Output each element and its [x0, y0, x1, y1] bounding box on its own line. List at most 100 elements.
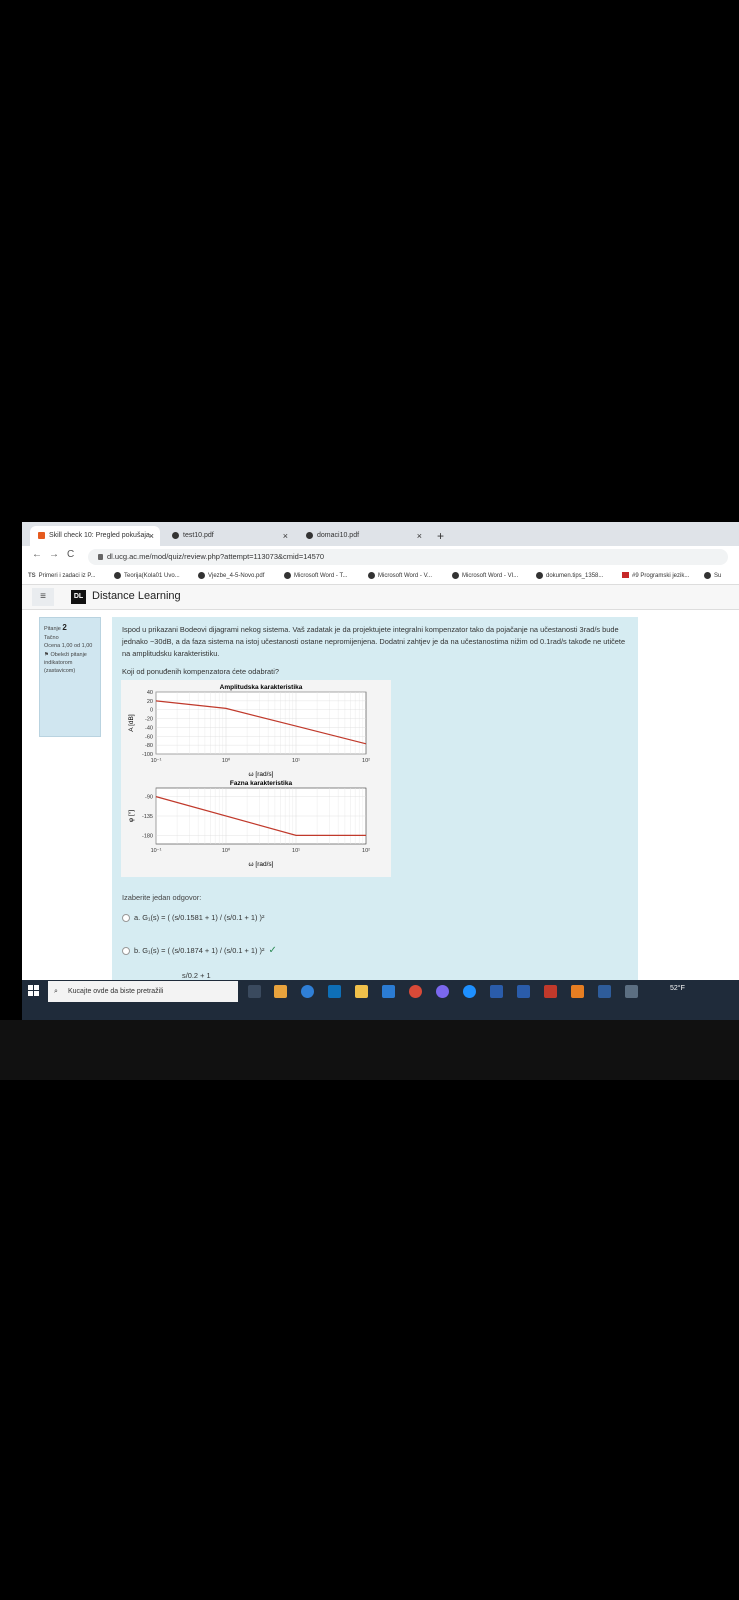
tab-test10[interactable]: test10.pdf ×: [164, 526, 294, 546]
radio-a[interactable]: [122, 914, 130, 923]
app-icon[interactable]: [436, 985, 449, 998]
skype-icon[interactable]: [463, 985, 476, 998]
bookmarks-bar: TS Primeri i zadaci iz P... Teorija(Kola0…: [22, 568, 739, 585]
phase-xtick-label: 10⁰: [222, 847, 231, 854]
forward-icon[interactable]: →: [49, 549, 59, 560]
bookmark-label: Microsoft Word - T...: [294, 573, 348, 579]
url-bar[interactable]: dl.ucg.ac.me/mod/quiz/review.php?attempt…: [88, 549, 728, 565]
answer-prompt: Izaberite jedan odgovor:: [122, 893, 202, 902]
check-icon: ✓: [268, 945, 277, 956]
site-icon: [368, 571, 375, 579]
search-icon: ⌕: [54, 988, 58, 995]
bookmark-item[interactable]: Microsoft Word - T...: [284, 568, 347, 584]
task-view-icon[interactable]: [248, 985, 261, 998]
option-label: a. G₁(s) = ( (s/0.1581 + 1) / (s/0.1 + 1…: [134, 913, 265, 922]
menu-icon[interactable]: ≡: [32, 588, 54, 606]
site-icon: [452, 571, 459, 579]
chrome-icon[interactable]: [409, 985, 422, 998]
phase-xlabel: ω [rad/s]: [249, 861, 274, 868]
question-label: Pitanje: [44, 626, 61, 632]
edge-icon[interactable]: [301, 985, 314, 998]
phase-yticks: -90 -135 -180: [142, 795, 153, 840]
question-info: Pitanje 2 Tačno Ocena 1,00 od 1,00 ⚑ Obe…: [39, 617, 101, 737]
bookmark-item[interactable]: Microsoft Word - VI...: [452, 568, 518, 584]
tab-label: domaci10.pdf: [317, 532, 360, 539]
site-logo: DL: [71, 590, 86, 604]
amplitude-ytick-label: -40: [145, 725, 153, 731]
close-tab-icon[interactable]: ×: [149, 526, 154, 546]
bookmark-item[interactable]: #9 Programski jezik...: [622, 568, 689, 584]
new-tab-button[interactable]: +: [437, 526, 444, 546]
pdf-icon: [306, 531, 313, 539]
taskbar: ⌕ Kucajte ovde da biste pretražili 52°F: [22, 980, 739, 1020]
app-red-icon[interactable]: [544, 985, 557, 998]
radio-b[interactable]: [122, 947, 130, 956]
phase-ytick-label: -135: [142, 814, 153, 820]
amplitude-title: Amplitudska karakteristika: [220, 684, 303, 691]
phase-xtick-label: 10¹: [292, 848, 300, 854]
mail-icon[interactable]: [382, 985, 395, 998]
amplitude-xtick-label: 10²: [362, 758, 370, 764]
phase-xticks: 10⁻¹ 10⁰ 10¹ 10²: [151, 847, 371, 854]
word-icon[interactable]: [490, 985, 503, 998]
store-icon[interactable]: [328, 985, 341, 998]
app-orange-icon[interactable]: [571, 985, 584, 998]
amplitude-xlabel: ω [rad/s]: [249, 771, 274, 778]
tab-label: test10.pdf: [183, 532, 214, 539]
tab-skill-check[interactable]: Skill check 10: Pregled pokušaja ×: [30, 526, 160, 546]
option-c-partial[interactable]: s/0.2 + 1: [182, 971, 211, 980]
bookmark-label: Vjezbe_4-5-Novo.pdf: [208, 573, 265, 579]
question-grade: Ocena 1,00 od 1,00: [44, 643, 93, 650]
amplitude-ytick-label: -60: [145, 734, 153, 740]
reload-icon[interactable]: C: [67, 549, 74, 560]
question-number: 2: [62, 623, 67, 632]
bookmark-label: Su: [714, 573, 722, 579]
flag-question[interactable]: ⚑ Obeleži pitanje indikatorom (zastavico…: [44, 651, 96, 676]
amplitude-ytick-label: -80: [145, 743, 153, 749]
site-icon: [114, 571, 121, 579]
amplitude-ytick-label: 20: [147, 699, 153, 705]
bookmark-item[interactable]: Su: [704, 568, 721, 584]
amplitude-xtick-label: 10⁰: [222, 757, 231, 764]
word-doc-icon[interactable]: [517, 985, 530, 998]
bookmark-label: Primeri i zadaci iz P...: [38, 573, 96, 579]
pdf-icon: [172, 531, 179, 539]
site-icon: [536, 571, 543, 579]
amplitude-ytick-label: 40: [147, 690, 153, 696]
tab-domaci10[interactable]: domaci10.pdf ×: [298, 526, 428, 546]
bookmark-item[interactable]: TS Primeri i zadaci iz P...: [28, 568, 96, 584]
app-gray-icon[interactable]: [625, 985, 638, 998]
option-b[interactable]: b. G₁(s) = ( (s/0.1874 + 1) / (s/0.1 + 1…: [122, 945, 277, 956]
tab-label: Skill check 10: Pregled pokušaja: [49, 532, 150, 539]
amplitude-ylabel: A [dB]: [128, 714, 135, 732]
bookmark-item[interactable]: Teorija(Kola01 Uvo...: [114, 568, 180, 584]
lock-icon: [98, 554, 103, 561]
amplitude-xtick-label: 10⁻¹: [151, 758, 162, 764]
bookmark-item[interactable]: dokumen.tips_1358...: [536, 568, 603, 584]
site-header: ≡ DL Distance Learning: [22, 585, 739, 610]
weather-temperature[interactable]: 52°F: [670, 985, 685, 992]
site-icon: [704, 571, 711, 579]
bookmark-label: Teorija(Kola01 Uvo...: [124, 573, 180, 579]
amplitude-yticks: 40200-20-40-60-80-100: [142, 690, 153, 758]
question-text: Ispod u prikazani Bodeovi dijagrami neko…: [122, 625, 626, 658]
bookmark-label: Microsoft Word - V...: [378, 573, 433, 579]
back-icon[interactable]: ←: [32, 549, 42, 560]
bookmark-item[interactable]: Microsoft Word - V...: [368, 568, 432, 584]
file-explorer-icon[interactable]: [355, 985, 368, 998]
option-a[interactable]: a. G₁(s) = ( (s/0.1581 + 1) / (s/0.1 + 1…: [122, 913, 265, 923]
close-tab-icon[interactable]: ×: [283, 526, 288, 546]
bookmark-item[interactable]: Vjezbe_4-5-Novo.pdf: [198, 568, 264, 584]
question-ask: Koji od ponuđenih kompenzatora ćete odab…: [122, 667, 279, 676]
option-label: b. G₁(s) = ( (s/0.1874 + 1) / (s/0.1 + 1…: [134, 946, 265, 955]
search-placeholder: Kucajte ovde da biste pretražili: [68, 988, 164, 995]
app-blue-icon[interactable]: [598, 985, 611, 998]
flag-label: Obeleži pitanje indikatorom (zastavicom): [44, 651, 87, 675]
widgets-icon[interactable]: [274, 985, 287, 998]
site-name[interactable]: Distance Learning: [92, 590, 181, 602]
taskbar-search-box[interactable]: ⌕ Kucajte ovde da biste pretražili: [48, 981, 238, 1002]
close-tab-icon[interactable]: ×: [417, 526, 422, 546]
phase-xtick-label: 10²: [362, 848, 370, 854]
windows-start-icon[interactable]: [28, 985, 40, 997]
phase-xtick-label: 10⁻¹: [151, 848, 162, 854]
